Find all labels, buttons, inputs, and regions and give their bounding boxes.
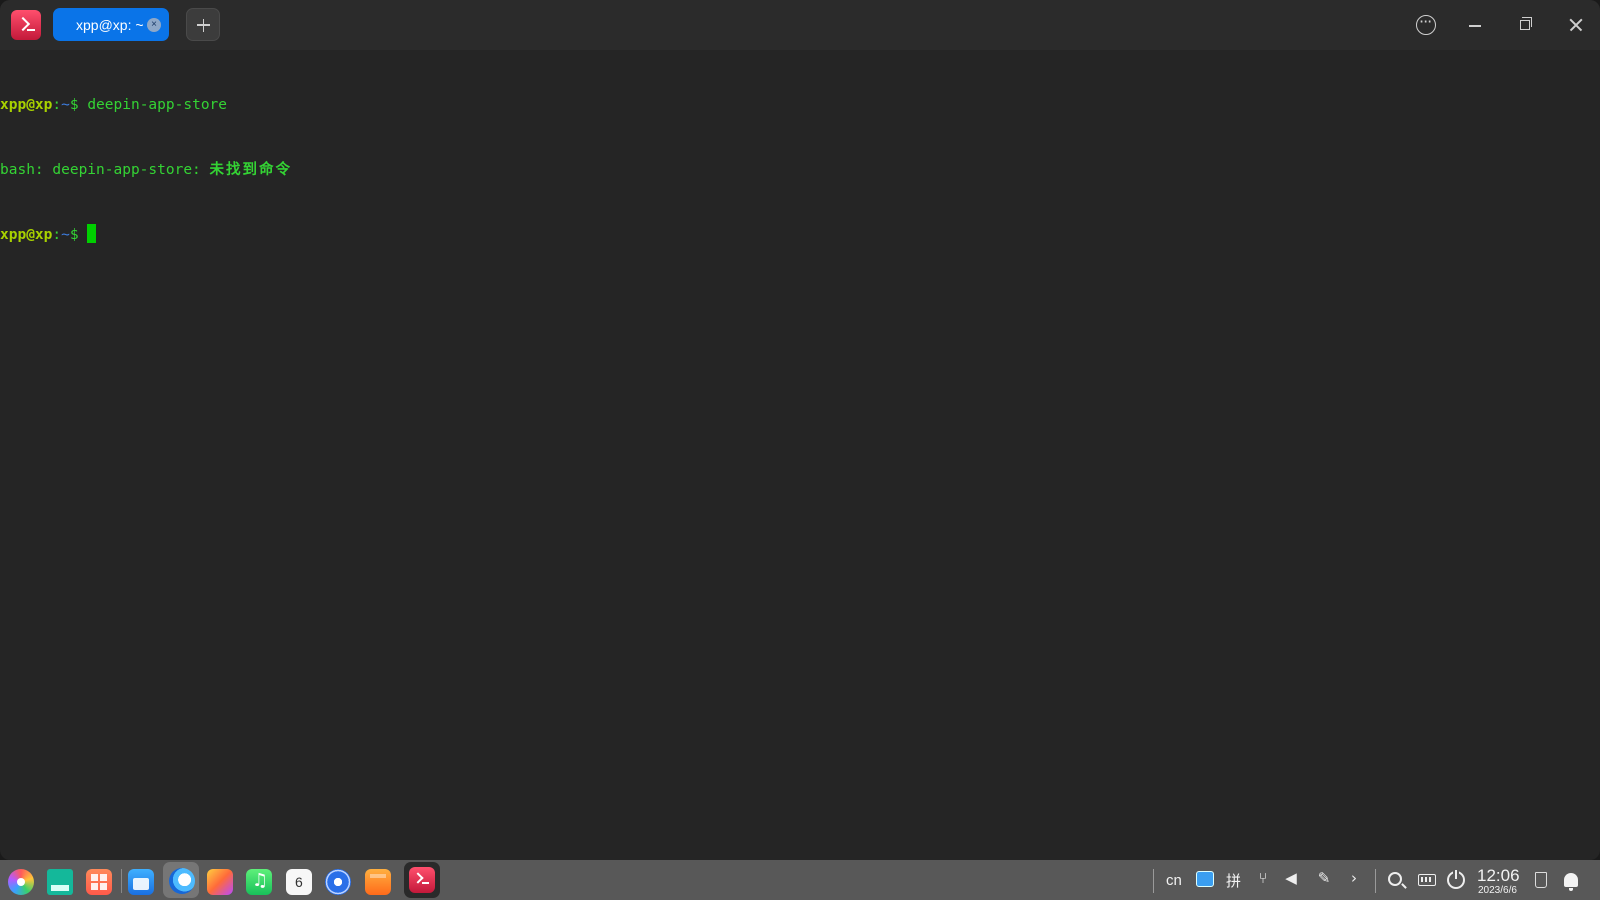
settings-icon [325,869,351,895]
trash-icon[interactable] [1535,872,1547,888]
tray-separator [1153,869,1154,893]
prompt-sign: $ [69,97,79,113]
close-button[interactable] [1563,12,1589,38]
prompt-user: xpp@xp [0,97,53,113]
settings-button[interactable] [321,865,353,897]
file-manager-icon [47,869,73,895]
maximize-button[interactable] [1513,12,1539,38]
error-output: bash: deepin-app-store: [0,161,210,178]
prompt-separator: : [52,227,62,243]
minimize-button[interactable] [1463,12,1489,38]
power-icon[interactable] [1447,870,1465,889]
app-store-icon [128,869,154,895]
keyboard-icon[interactable] [1418,874,1436,886]
new-tab-button[interactable] [186,8,220,41]
tab-terminal[interactable]: xpp@xp: ~ × [53,8,169,41]
expand-tray-icon[interactable]: › [1345,869,1363,887]
clock-time[interactable]: 12:06 [1477,866,1520,886]
error-output-cn: 未找到命令 [209,161,293,178]
command-text: deepin-app-store [87,97,228,113]
prompt-user: xpp@xp [0,227,53,243]
calendar-icon [286,869,312,895]
prompt-sign: $ [69,227,79,243]
music-icon [246,869,272,895]
screenshot-icon[interactable] [1196,871,1214,887]
terminal-output[interactable]: xpp@xp:~$ deepin-app-store bash: deepin-… [0,52,1600,289]
archive-icon [365,869,391,895]
calendar-button[interactable] [282,865,314,897]
tray-separator [1375,869,1376,893]
tab-close-icon[interactable]: × [147,18,161,32]
app-store-button[interactable] [124,865,156,897]
prompt-path: ~ [61,97,70,113]
browser-button[interactable] [163,862,199,898]
launcher-icon [8,869,34,895]
pen-icon[interactable]: ✎ [1315,869,1333,887]
terminal-window: xpp@xp: ~ × xpp@xp:~$ deepin-app-store b… [0,0,1600,860]
ime-indicator[interactable]: 拼 [1226,870,1241,891]
app-launcher-grid-icon [86,869,112,895]
music-button[interactable] [242,865,274,897]
app-grid-button[interactable] [82,865,114,897]
ellipsis-icon [1416,12,1436,35]
image-viewer-icon [207,869,233,895]
notification-bell-icon[interactable] [1564,873,1578,891]
image-viewer-button[interactable] [203,865,235,897]
tab-title: xpp@xp: ~ [76,16,144,33]
usb-icon[interactable]: ⑂ [1254,869,1272,887]
search-icon[interactable] [1388,872,1402,886]
terminal-line: xpp@xp:~$ deepin-app-store [0,95,1600,117]
launcher-button[interactable] [4,865,36,897]
dock-separator [121,869,122,893]
taskbar: cn 拼 ⑂ ◀ ✎ › 12:06 2023/6/6 [0,860,1600,900]
minimize-icon [1469,25,1481,27]
terminal-line: xpp@xp:~$ [0,224,1600,246]
clock-date[interactable]: 2023/6/6 [1478,885,1517,896]
terminal-line: bash: deepin-app-store: 未找到命令 [0,160,1600,182]
browser-icon [169,868,195,894]
terminal-app-icon [11,10,41,40]
file-manager-button[interactable] [43,865,75,897]
prompt-separator: : [52,97,62,113]
title-bar: xpp@xp: ~ × [0,0,1600,50]
terminal-icon [409,867,435,893]
prompt-path: ~ [61,227,70,243]
terminal-cursor [87,224,97,243]
more-options-button[interactable] [1413,12,1439,38]
input-language-indicator[interactable]: cn [1166,872,1182,889]
archive-manager-button[interactable] [361,865,393,897]
restore-icon [1520,17,1532,30]
volume-icon[interactable]: ◀ [1282,869,1300,887]
terminal-dock-button[interactable] [404,862,440,898]
